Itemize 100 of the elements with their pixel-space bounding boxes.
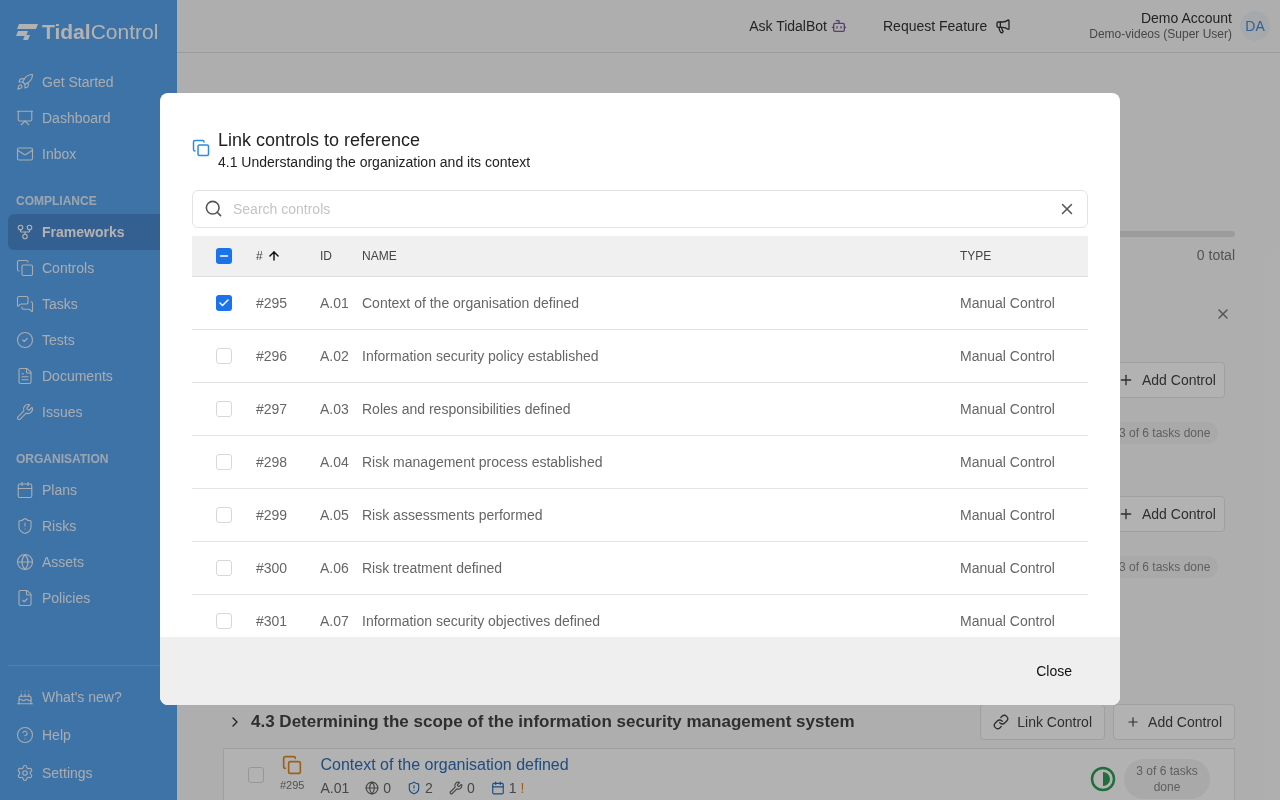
logo[interactable]: TidalControl [0,0,177,52]
column-header[interactable]: # [256,247,320,265]
total-count: 0 total [1196,246,1235,265]
column-header[interactable]: ID [320,247,362,265]
name-cell-text: Information security policy established [362,346,600,366]
shield-icon [407,781,422,795]
globe-icon [365,781,380,795]
type-cell-text: Manual Control [960,505,1056,525]
globe-icon [16,553,34,571]
plus-icon [1118,372,1134,388]
type-cell-text: Manual Control [960,293,1056,313]
account-name: Demo Account [1140,10,1232,26]
check-circle-icon [16,331,34,349]
checkbox[interactable] [216,507,232,523]
calendar-icon [490,781,505,795]
table-row[interactable]: #299 A.05 Risk assessments performed Manual Control [192,489,1088,542]
half-circle-icon [1090,766,1116,792]
settings-icon [16,764,34,782]
table-row[interactable]: #300 A.06 Risk treatment defined Manual Control [192,542,1088,595]
copy-icon [16,259,34,277]
cake-icon [16,688,34,706]
mail-icon [16,145,34,163]
link-control-button[interactable]: Link Control [980,704,1105,740]
robot-icon [831,18,847,34]
section-title: 4.3 Determining the scope of the information security management system [251,711,855,734]
section-heading: COMPLIANCE [15,193,98,210]
close-button[interactable]: Close [1036,660,1072,682]
name-cell-text: Roles and responsibilities defined [362,399,572,419]
file-check-icon [16,589,34,607]
id-cell-text: A.07 [320,611,350,631]
number-cell-text: #297 [256,399,289,419]
wrench-icon [448,781,463,795]
presentation-icon [16,109,34,127]
checkbox[interactable] [216,401,232,417]
request-feature-button[interactable]: Request Feature [883,15,1012,37]
avatar[interactable]: DA [1240,11,1270,41]
table-row[interactable]: #295 A.01 Context of the organisation defined Manual Control [192,277,1088,330]
number-cell-text: #301 [256,611,289,631]
number-cell-text: #300 [256,558,289,578]
table-row[interactable]: #296 A.02 Information security policy established Manual Control [192,330,1088,383]
count: 0 [383,780,392,796]
search-field[interactable]: Search controls [192,190,1088,228]
section-heading: ORGANISATION [15,451,110,468]
logo-icon [16,24,38,40]
control-title-link[interactable]: Context of the organisation defined [320,755,569,775]
id-cell-text: A.06 [320,558,350,578]
checkbox[interactable] [248,767,264,783]
number-cell-text: #298 [256,452,289,472]
id-cell-text: A.04 [320,452,350,472]
search-icon [204,199,223,218]
table-row[interactable]: #298 A.04 Risk management process established Manual Control [192,436,1088,489]
shield-icon [16,517,34,535]
megaphone-icon [995,18,1012,34]
dialog-title: Link controls to reference [218,129,422,152]
document-icon [16,367,34,385]
dialog-subtitle: 4.1 Understanding the organization and its context [218,153,531,172]
link-icon [993,714,1010,730]
count: 0 [466,780,475,796]
plus-icon [1118,506,1134,522]
ask-bot-button[interactable]: Ask TidalBot [749,15,847,37]
type-cell-text: Manual Control [960,452,1056,472]
warning-mark: ! [520,780,525,796]
column-header[interactable]: TYPE [960,247,1088,265]
number-cell-text: #295 [256,293,289,313]
checkbox[interactable] [216,613,232,629]
count: 1 [508,780,517,796]
checkbox[interactable] [216,248,232,264]
task-progress-badge: 3 of 6 tasks done [1124,759,1210,799]
number-cell-text: #299 [256,505,289,525]
id-cell-text: A.01 [320,293,350,313]
checkbox[interactable] [216,560,232,576]
column-header[interactable]: NAME [362,247,960,265]
control-id: A.01 [320,780,350,796]
number-cell-text: #296 [256,346,289,366]
checkbox[interactable] [216,348,232,364]
checkbox[interactable] [216,295,232,311]
copy-icon [282,755,303,775]
type-cell-text: Manual Control [960,399,1056,419]
id-cell-text: A.02 [320,346,350,366]
name-cell-text: Risk assessments performed [362,505,544,525]
name-cell-text: Context of the organisation defined [362,293,581,313]
clipboard-icon [192,139,210,157]
checkbox[interactable] [216,454,232,470]
table-row[interactable]: #297 A.03 Roles and responsibilities defined Manual Control [192,383,1088,436]
rocket-icon [16,73,34,91]
help-icon [16,726,34,744]
add-control-button[interactable]: Add Control [1113,704,1235,740]
name-cell-text: Information security objectives defined [362,611,602,631]
type-cell-text: Manual Control [960,611,1056,631]
id-cell-text: A.05 [320,505,350,525]
check-icon [218,297,230,309]
plus-icon [1126,714,1141,730]
type-cell-text: Manual Control [960,558,1056,578]
wrench-icon [16,403,34,421]
calendar-icon [16,481,34,499]
name-cell-text: Risk management process established [362,452,604,472]
id-cell-text: A.03 [320,399,350,419]
type-cell-text: Manual Control [960,346,1056,366]
chat-icon [16,295,34,313]
fork-icon [16,223,34,241]
